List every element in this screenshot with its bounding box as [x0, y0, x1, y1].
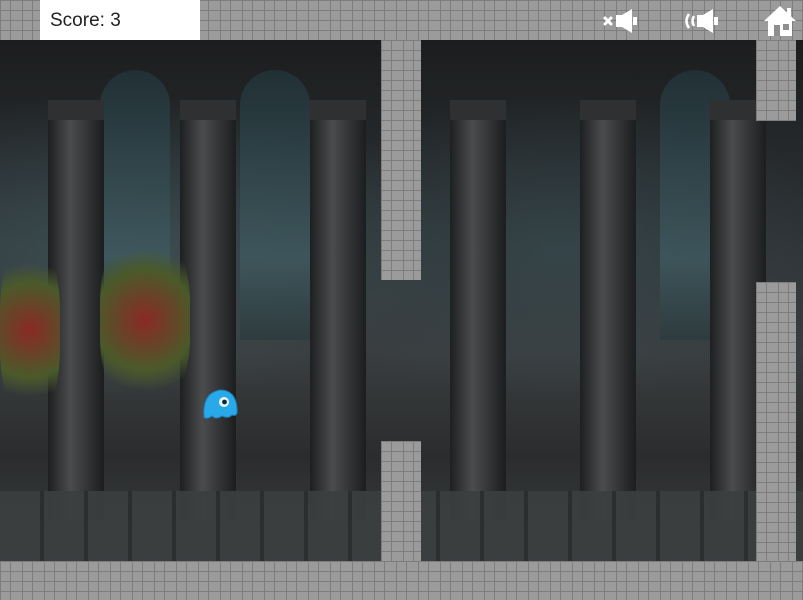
stone-column: [580, 100, 636, 520]
obstacle-pipe-top: [381, 40, 421, 280]
obstacle-pipe-bottom: [756, 282, 796, 561]
home-icon[interactable]: [762, 4, 802, 36]
speaker-muted-icon[interactable]: [602, 6, 642, 36]
speaker-on-icon[interactable]: [682, 6, 722, 36]
background-arch: [240, 70, 310, 340]
score-display: Score: 3: [40, 0, 200, 40]
bottom-wall: [0, 561, 803, 600]
obstacle-pipe-top: [756, 40, 796, 121]
debris: [100, 230, 190, 410]
stone-column: [310, 100, 366, 520]
blue-ghost-icon: [200, 387, 240, 421]
stone-column: [450, 100, 506, 520]
debris: [0, 240, 60, 420]
obstacle-pipe-bottom: [381, 441, 421, 561]
